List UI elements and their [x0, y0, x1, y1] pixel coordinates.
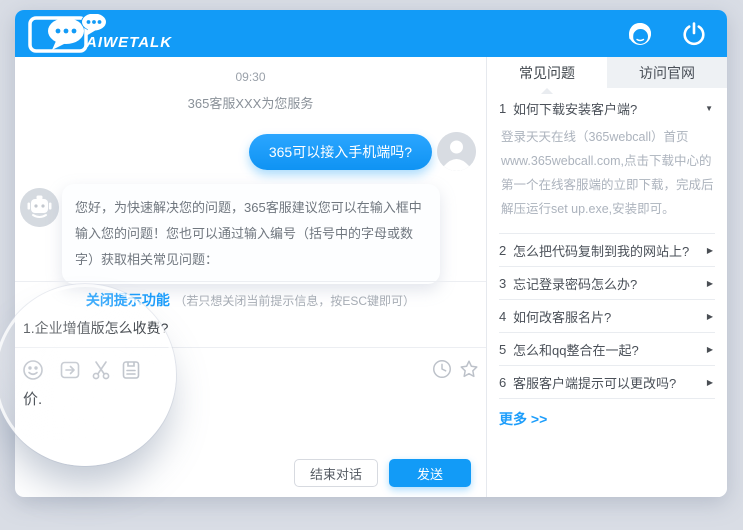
service-greeting: 365客服XXX为您服务	[15, 93, 486, 112]
faq-item-expanded: 1 如何下载安装客户端? ▼ 登录天天在线（365webcall）首页www.3…	[499, 97, 715, 234]
faq-number: 3	[499, 276, 513, 291]
faq-question-text: 忘记登录密码怎么办?	[513, 274, 707, 293]
faq-question[interactable]: 4 如何改客服名片? ▶	[499, 300, 715, 333]
faq-question[interactable]: 3 忘记登录密码怎么办? ▶	[499, 267, 715, 300]
faq-number: 4	[499, 309, 513, 324]
message-input[interactable]: 价.	[23, 388, 42, 409]
tab-visit-website[interactable]: 访问官网	[607, 57, 727, 88]
faq-panel: 常见问题 访问官网 1 如何下载安装客户端? ▼ 登录天天在线（365webca…	[487, 57, 727, 497]
divider	[15, 281, 486, 282]
faq-item: 4 如何改客服名片? ▶	[499, 300, 715, 333]
chat-area: 09:30 365客服XXX为您服务 365可以接入手机端吗? 您好，为快速解	[15, 57, 486, 497]
suggested-question[interactable]: 1.企业增值版怎么收费?	[23, 318, 168, 338]
esc-hint-text: （若只想关闭当前提示信息，按ESC键即可）	[174, 294, 415, 308]
faq-item: 5 怎么和qq整合在一起? ▶	[499, 333, 715, 366]
prompt-notice: 关闭提示功能 （若只想关闭当前提示信息，按ESC键即可）	[15, 290, 486, 310]
close-prompt-link[interactable]: 关闭提示功能	[86, 292, 170, 308]
bot-avatar	[20, 188, 59, 227]
faq-number: 2	[499, 243, 513, 258]
tab-common-questions[interactable]: 常见问题	[487, 57, 607, 88]
end-chat-button[interactable]: 结束对话	[294, 459, 378, 487]
power-icon[interactable]	[679, 19, 709, 49]
expand-arrow-icon[interactable]: ▶	[707, 246, 715, 255]
send-file-icon[interactable]	[58, 358, 82, 382]
faq-question-text: 客服客户端提示可以更改吗?	[513, 373, 707, 392]
faq-question[interactable]: 5 怎么和qq整合在一起? ▶	[499, 333, 715, 366]
faq-question[interactable]: 6 客服客户端提示可以更改吗? ▶	[499, 366, 715, 399]
expand-arrow-icon[interactable]: ▶	[707, 312, 715, 321]
send-button[interactable]: 发送	[389, 459, 471, 487]
faq-item: 3 忘记登录密码怎么办? ▶	[499, 267, 715, 300]
chat-log-icon[interactable]	[119, 358, 143, 382]
user-avatar	[437, 132, 476, 171]
faq-item: 6 客服客户端提示可以更改吗? ▶	[499, 366, 715, 399]
app-logo: AIWETALK	[28, 12, 188, 56]
faq-question[interactable]: 1 如何下载安装客户端? ▼	[499, 97, 715, 119]
divider	[15, 347, 486, 348]
faq-list: 1 如何下载安装客户端? ▼ 登录天天在线（365webcall）首页www.3…	[499, 97, 715, 399]
expand-arrow-icon[interactable]: ▶	[707, 279, 715, 288]
screenshot-scissors-icon[interactable]	[89, 358, 113, 382]
faq-question-text: 如何改客服名片?	[513, 307, 707, 326]
history-clock-icon[interactable]	[431, 358, 455, 382]
active-tab-notch	[541, 88, 553, 94]
faq-question[interactable]: 2 怎么把代码复制到我的网站上? ▶	[499, 234, 715, 267]
faq-number: 6	[499, 375, 513, 390]
chat-window: AIWETALK 09:30 365客服XXX为您服	[15, 10, 727, 497]
faq-tabs: 常见问题 访问官网	[487, 57, 727, 88]
expand-arrow-icon[interactable]: ▶	[707, 345, 715, 354]
bot-message-bubble: 您好，为快速解决您的问题，365客服建议您可以在输入框中输入您的问题！您也可以通…	[62, 184, 440, 284]
faq-question-text: 怎么把代码复制到我的网站上?	[513, 241, 707, 260]
emoji-icon[interactable]	[21, 358, 45, 382]
title-bar: AIWETALK	[15, 10, 727, 57]
expand-arrow-icon[interactable]: ▶	[707, 378, 715, 387]
user-message-bubble: 365可以接入手机端吗?	[249, 134, 432, 170]
faq-item: 2 怎么把代码复制到我的网站上? ▶	[499, 234, 715, 267]
faq-number: 5	[499, 342, 513, 357]
more-link[interactable]: 更多 >>	[499, 409, 547, 429]
customer-service-icon[interactable]	[625, 19, 655, 49]
message-timestamp: 09:30	[15, 70, 486, 84]
collapse-arrow-icon[interactable]: ▼	[705, 104, 715, 113]
faq-question-text: 怎么和qq整合在一起?	[513, 340, 707, 359]
faq-question-text: 如何下载安装客户端?	[513, 99, 705, 118]
faq-answer: 登录天天在线（365webcall）首页www.365webcall.com,点…	[501, 125, 715, 221]
logo-wordmark: AIWETALK	[86, 34, 172, 51]
favorite-star-icon[interactable]	[458, 358, 482, 382]
faq-number: 1	[499, 101, 513, 116]
